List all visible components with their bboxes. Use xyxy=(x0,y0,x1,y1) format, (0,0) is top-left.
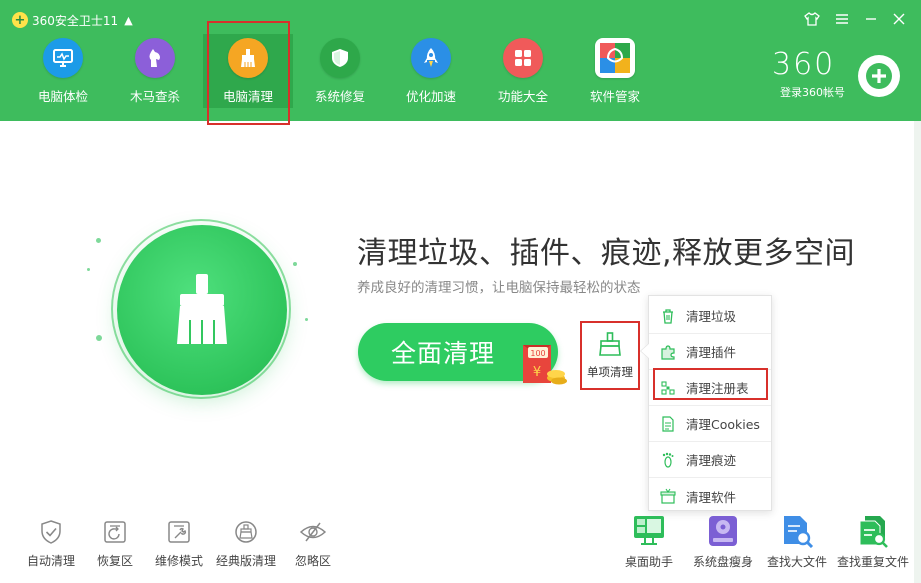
tool-label: 忽略区 xyxy=(294,554,331,568)
shirt-icon[interactable] xyxy=(803,11,821,29)
decor-dot xyxy=(305,318,308,321)
nav-label: 电脑体检 xyxy=(37,89,88,104)
shield-icon xyxy=(320,38,360,78)
clean-hero-circle[interactable] xyxy=(117,225,287,395)
nav-item-checkup[interactable]: 电脑体检 xyxy=(18,34,108,108)
dropdown-item-software[interactable]: 清理软件 xyxy=(649,478,771,514)
ignore-area-tool[interactable]: 忽略区 xyxy=(279,518,347,572)
menu-icon[interactable] xyxy=(833,11,851,29)
tool-label: 查找重复文件 xyxy=(836,555,909,569)
nav-label: 优化加速 xyxy=(405,89,456,104)
tool-label: 自动清理 xyxy=(26,554,75,568)
tool-label: 恢复区 xyxy=(96,554,133,568)
close-icon[interactable] xyxy=(890,11,908,29)
dropdown-item-label: 清理软件 xyxy=(686,489,737,505)
tool-label: 桌面助手 xyxy=(624,555,673,569)
nav-label: 软件管家 xyxy=(589,89,640,104)
auto-clean-tool[interactable]: 自动清理 xyxy=(17,518,85,572)
nav-item-speedup[interactable]: 优化加速 xyxy=(386,34,476,108)
eye-slash-icon xyxy=(299,518,327,546)
restore-area-tool[interactable]: 恢复区 xyxy=(81,518,149,572)
broom-icon xyxy=(177,274,227,344)
tool-label: 查找大文件 xyxy=(766,555,827,569)
decor-dot xyxy=(96,335,102,341)
dropdown-item-plugins[interactable]: 清理插件 xyxy=(649,334,771,370)
dropdown-item-trash[interactable]: 清理垃圾 xyxy=(649,298,771,334)
dropdown-pointer-fill xyxy=(641,343,650,359)
duplicate-file-icon xyxy=(856,514,890,548)
tool-label: 经典版清理 xyxy=(215,554,276,568)
horse-icon xyxy=(135,38,175,78)
tool-label: 维修模式 xyxy=(154,554,203,568)
footprint-icon xyxy=(659,451,677,469)
red-packet-icon[interactable]: 100 ¥ xyxy=(518,337,568,387)
dropdown-item-label: 清理插件 xyxy=(686,345,737,360)
monitor-icon xyxy=(43,38,83,78)
nav-item-all-features[interactable]: 功能大全 xyxy=(478,34,568,108)
dropdown-item-label: 清理痕迹 xyxy=(686,453,737,468)
dropdown-item-traces[interactable]: 清理痕迹 xyxy=(649,442,771,478)
wrench-icon xyxy=(165,518,193,546)
decor-dot xyxy=(293,262,297,266)
software-manager-icon xyxy=(595,38,635,78)
brand-logo-text: 360 xyxy=(772,47,836,82)
nav-item-trojan-scan[interactable]: 木马查杀 xyxy=(110,34,200,108)
decor-dot xyxy=(96,238,101,243)
trash-icon xyxy=(659,307,677,325)
desktop-assistant-tool[interactable]: 桌面助手 xyxy=(611,514,687,574)
desktop-icon xyxy=(632,514,666,548)
page-headline: 清理垃圾、插件、痕迹,释放更多空间 xyxy=(357,236,856,271)
decor-dot xyxy=(87,268,90,271)
360-logo-icon: + xyxy=(12,12,28,28)
document-icon xyxy=(659,415,677,433)
minimize-icon[interactable] xyxy=(862,11,880,29)
full-clean-label: 全面清理 xyxy=(390,339,495,368)
login-link[interactable]: 登录360帐号 xyxy=(780,84,845,100)
find-large-files-tool[interactable]: 查找大文件 xyxy=(759,514,835,574)
box-icon xyxy=(659,487,677,505)
app-title: 360安全卫士11 xyxy=(32,13,119,28)
broom-outline-icon xyxy=(599,332,621,356)
dropdown-item-label: 清理垃圾 xyxy=(686,309,737,324)
classic-clean-tool[interactable]: 经典版清理 xyxy=(212,518,280,572)
dropdown-item-cookies[interactable]: 清理Cookies xyxy=(649,406,771,442)
page-subline: 养成良好的清理习惯，让电脑保持最轻松的状态 xyxy=(357,280,641,296)
nav-item-software-manager[interactable]: 软件管家 xyxy=(570,34,660,108)
redpacket-amount: 100 xyxy=(530,349,545,358)
nav-item-system-repair[interactable]: 系统修复 xyxy=(295,34,385,108)
dropdown-item-label: 清理Cookies xyxy=(686,417,760,432)
single-clean-button[interactable]: 单项清理 xyxy=(580,321,640,390)
nav-label: 功能大全 xyxy=(497,89,548,104)
grid-icon xyxy=(503,38,543,78)
plus-icon[interactable] xyxy=(858,55,900,97)
registry-highlight xyxy=(653,368,768,400)
active-nav-highlight xyxy=(207,21,290,125)
search-file-icon xyxy=(780,514,814,549)
svg-text:¥: ¥ xyxy=(533,365,541,380)
nav-label: 系统修复 xyxy=(314,89,365,104)
tool-label: 系统盘瘦身 xyxy=(692,555,753,569)
puzzle-icon xyxy=(659,343,677,361)
restore-icon xyxy=(101,518,129,546)
classic-clean-icon xyxy=(232,518,260,546)
disk-icon xyxy=(706,514,740,548)
shield-check-icon xyxy=(37,518,65,546)
system-disk-slim-tool[interactable]: 系统盘瘦身 xyxy=(685,514,761,574)
app-title-bar: + 360安全卫士11 ▲ xyxy=(12,10,133,30)
single-clean-label: 单项清理 xyxy=(587,365,633,379)
update-arrow-icon[interactable]: ▲ xyxy=(124,14,132,27)
window-edge xyxy=(914,121,921,583)
repair-mode-tool[interactable]: 维修模式 xyxy=(145,518,213,572)
find-duplicate-files-tool[interactable]: 查找重复文件 xyxy=(833,514,913,574)
nav-label: 木马查杀 xyxy=(129,89,180,104)
rocket-icon xyxy=(411,38,451,78)
single-clean-dropdown: 清理垃圾 清理插件 清理注册表 清理Cookies 清理痕迹 清理软件 xyxy=(648,295,772,511)
